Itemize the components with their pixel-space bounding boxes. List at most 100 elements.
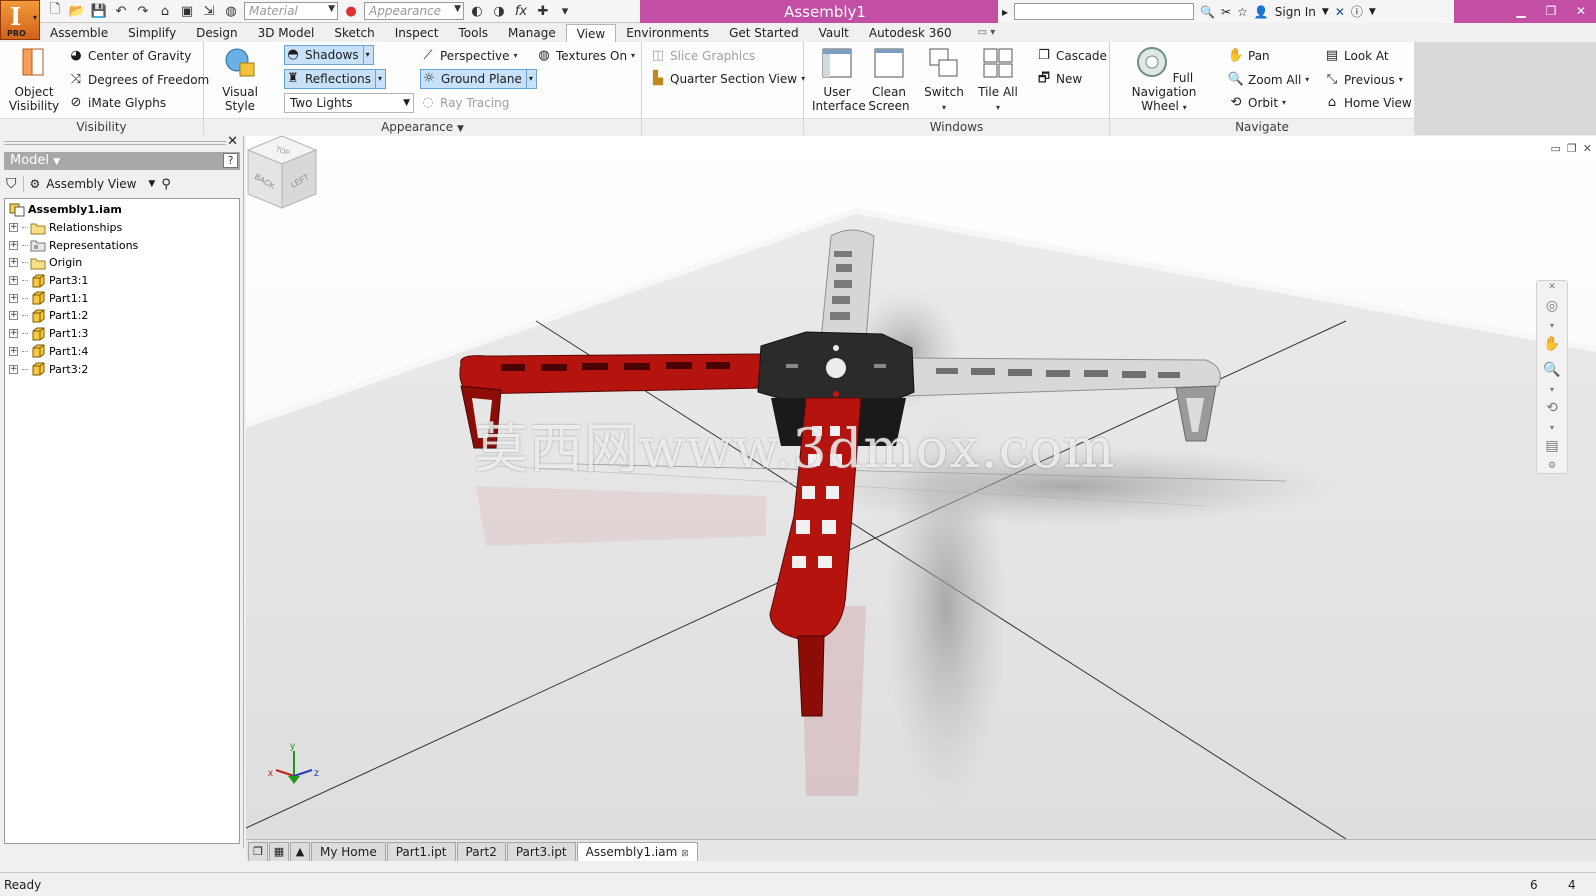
tab-get-started[interactable]: Get Started [719,24,809,42]
minimize-icon[interactable]: ▁ [1506,0,1536,22]
look-at-button[interactable]: ▤ Look At [1324,46,1389,66]
zoom-all-button[interactable]: 🔍 Zoom All ▾ [1228,70,1309,90]
chevron-down-icon[interactable]: ▼ [457,124,464,134]
favorites-star-icon[interactable]: ☆ [1237,5,1248,19]
filter-icon[interactable]: ⛉ [6,176,17,192]
parameters-icon[interactable]: fx [512,2,530,20]
material-combo[interactable]: Material ▼ [244,2,338,20]
tab-design[interactable]: Design [186,24,247,42]
subscription-icon[interactable]: ✂ [1221,5,1231,19]
help-search-input[interactable] [1014,3,1195,20]
tab-inspect[interactable]: Inspect [385,24,449,42]
pan-hand-icon[interactable]: ✋ [1537,331,1567,357]
ground-plane-button[interactable]: ☼ Ground Plane ▾ [420,69,537,89]
minimize-icon[interactable]: ▭ [1551,142,1561,155]
ribbon-minimize-icon[interactable]: ▭ ▾ [978,24,996,42]
expand-icon[interactable]: + [9,276,18,286]
open-file-icon[interactable]: 📂 [68,2,86,20]
help-icon[interactable]: ⓘ [1351,3,1363,20]
orbit-button[interactable]: ⟲ Orbit ▾ [1228,93,1287,113]
close-icon[interactable]: ✕ [227,134,238,149]
chevron-down-icon[interactable]: ▾ [1537,319,1567,331]
tab-simplify[interactable]: Simplify [118,24,186,42]
adjust-appearance-icon[interactable]: ◐ [468,2,486,20]
view-cube[interactable]: TOP BACK LEFT [246,136,318,220]
expand-search-icon[interactable]: ▸ [1002,5,1008,19]
center-of-gravity-button[interactable]: ◕ Center of Gravity [68,46,191,66]
tile-all-button[interactable]: Tile All ▾ [976,46,1020,115]
restore-icon[interactable]: ❐ [1536,0,1566,22]
imate-glyphs-button[interactable]: ⊘ iMate Glyphs [68,93,167,113]
expand-icon[interactable]: + [9,311,18,321]
lighting-style-select[interactable]: Two Lights ▼ [284,93,414,113]
appearance-sphere-icon[interactable]: ◍ [222,2,240,20]
close-icon[interactable]: ✕ [1583,142,1592,155]
clear-appearance-icon[interactable]: ◑ [490,2,508,20]
orbit-icon[interactable]: ⟲ [1537,395,1567,421]
chevron-down-icon[interactable]: ▼ [1322,7,1329,17]
expand-icon[interactable]: + [9,240,18,250]
user-interface-button[interactable]: User Interface [812,46,866,113]
tree-item-origin[interactable]: + Origin [5,254,239,272]
browser-help-button[interactable]: ? [223,153,238,168]
chevron-up-icon[interactable]: ▲ [290,842,310,861]
expand-icon[interactable]: + [9,346,18,356]
appearance-combo[interactable]: Appearance ▼ [364,2,464,20]
doc-tab-part3[interactable]: Part3.ipt [506,842,576,861]
plus-icon[interactable]: ✚ [534,2,552,20]
cascade-button[interactable]: ❐ Cascade [1036,46,1107,66]
previous-view-button[interactable]: ⤡ Previous ▾ [1324,70,1403,90]
degrees-of-freedom-button[interactable]: ⤨ Degrees of Freedom [68,70,209,90]
chevron-down-icon[interactable]: ▾ [374,69,382,89]
tile-windows-icon[interactable]: ▦ [269,842,289,861]
textures-on-button[interactable]: ◍ Textures On ▾ [536,46,635,66]
chevron-down-icon[interactable]: ▼ [1369,7,1376,17]
new-file-icon[interactable]: 🗋 [46,2,64,20]
tab-vault[interactable]: Vault [809,24,859,42]
exchange-apps-icon[interactable]: ✕ [1335,5,1345,19]
doc-tab-assembly1[interactable]: Assembly1.iam ⊠ [576,842,698,861]
customize-icon[interactable]: ⚙ [1537,459,1567,473]
new-window-button[interactable]: 🗗 New [1036,69,1082,89]
visual-style-button[interactable]: Visual Style▾ [208,46,272,129]
assembly-view-select[interactable]: Assembly View [46,177,136,191]
expand-icon[interactable]: + [9,364,18,374]
redo-icon[interactable]: ↷ [134,2,152,20]
tree-item-relationships[interactable]: + Relationships [5,219,239,237]
shadows-button[interactable]: ◓ Shadows ▾ [284,45,374,65]
tree-item-part[interactable]: + Part3:2 [5,360,239,378]
color-sphere-icon[interactable]: ● [342,2,360,20]
find-binoculars-icon[interactable]: ⚲ [161,177,171,192]
expand-icon[interactable]: + [9,258,18,268]
undo-icon[interactable]: ↶ [112,2,130,20]
close-icon[interactable]: ✕ [1566,0,1596,22]
doc-tab-part1[interactable]: Part1.ipt [386,842,456,861]
slice-graphics-button[interactable]: ◫ Slice Graphics [650,46,755,66]
ray-tracing-button[interactable]: ◌ Ray Tracing [420,93,509,113]
full-navigation-wheel-button[interactable]: Full Navigation Wheel ▾ [1114,46,1214,115]
chevron-down-icon[interactable]: ▼ [53,157,60,167]
steering-wheel-icon[interactable]: ◎ [1537,293,1567,319]
expand-icon[interactable]: + [9,293,18,303]
tab-assemble[interactable]: Assemble [40,24,118,42]
doc-tab-part2[interactable]: Part2 [456,842,506,861]
tab-autodesk-360[interactable]: Autodesk 360 [859,24,962,42]
reflections-button[interactable]: ♜ Reflections ▾ [284,69,386,89]
perspective-button[interactable]: ⟋ Perspective ▾ [420,46,517,66]
home-icon[interactable]: ⌂ [156,2,174,20]
project-icon[interactable]: ▣ [178,2,196,20]
tree-item-part[interactable]: + Part1:3 [5,325,239,343]
close-icon[interactable]: ⊠ [681,849,689,859]
save-icon[interactable]: 💾 [90,2,108,20]
home-view-button[interactable]: ⌂ Home View [1324,93,1412,113]
clean-screen-button[interactable]: Clean Screen [866,46,912,113]
tree-item-representations[interactable]: + Representations [5,236,239,254]
search-binoculars-icon[interactable]: 🔍 [1200,5,1215,19]
expand-icon[interactable]: + [9,329,18,339]
browser-title-bar[interactable]: Model ▼ ? [4,152,240,170]
object-visibility-button[interactable]: Object Visibility [6,46,62,113]
chevron-down-icon[interactable]: ▾ [362,45,370,65]
chevron-down-icon[interactable]: ▾ [525,69,533,89]
chevron-down-icon[interactable]: ▾ [556,2,574,20]
zoom-icon[interactable]: 🔍 [1537,357,1567,383]
